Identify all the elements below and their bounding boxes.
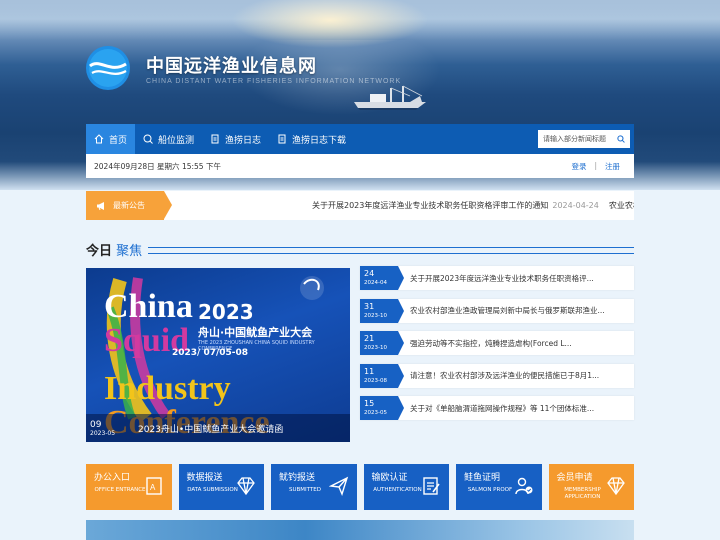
main-nav: 首页 船位监测 渔捞日志 渔捞日志下载	[86, 124, 634, 154]
nav-vessel-monitor[interactable]: 船位监测	[135, 124, 202, 154]
news-list: 24 2024-04 关于开展2023年度远洋渔业专业技术职务任职资格评... 3…	[360, 266, 634, 429]
quick-link-sublabel: SUBMITTED	[289, 487, 321, 493]
nav-vessel-monitor-label: 船位监测	[158, 135, 195, 146]
focus-divider	[148, 247, 634, 254]
quick-link-sublabel: DATA SUBMISSION	[187, 487, 238, 493]
notice-tag: 最新公告	[86, 191, 172, 220]
news-date: 15 2023-05	[360, 396, 404, 420]
poster-word-industry: Industry	[104, 370, 231, 407]
notice-scroller[interactable]: 关于开展2023年度远洋渔业专业技术职务任职资格评审工作的通知 2024-04-2…	[312, 200, 634, 211]
sky-clouds	[0, 0, 720, 40]
news-title[interactable]: 请注意！农业农村部涉及远洋渔业的便民措施已于8月1...	[410, 370, 599, 381]
news-title[interactable]: 农业农村部渔业渔政管理局刘新中局长与俄罗斯联邦渔业...	[410, 305, 605, 316]
diamond-icon	[237, 477, 255, 496]
news-day: 31	[364, 301, 375, 311]
list-item[interactable]: 31 2023-10 农业农村部渔业渔政管理局刘新中局长与俄罗斯联邦渔业...	[360, 298, 634, 323]
news-date: 11 2023-08	[360, 363, 404, 388]
notice-bar: 最新公告 关于开展2023年度远洋渔业专业技术职务任职资格评审工作的通知 2024…	[86, 191, 634, 220]
register-link[interactable]: 注册	[605, 161, 620, 172]
fishing-ship-image	[354, 85, 426, 110]
news-title[interactable]: 关于开展2023年度远洋渔业专业技术职务任职资格评...	[410, 273, 594, 284]
news-month: 2024-04	[364, 280, 387, 286]
membership-application-button[interactable]: 会员申请 MEMBERSHIP APPLICATION	[548, 464, 634, 510]
quick-link-sublabel: OFFICE ENTRANCE	[94, 487, 146, 493]
news-day: 15	[364, 399, 375, 408]
gem-icon	[607, 477, 625, 496]
list-item[interactable]: 15 2023-05 关于对《单船脑渭道拖网操作规程》等 11个团体标准...	[360, 396, 634, 420]
megaphone-icon	[97, 201, 104, 210]
auth-separator: |	[594, 160, 597, 170]
site-subtitle: CHINA DISTANT WATER FISHERIES INFORMATIO…	[146, 78, 402, 85]
monitor-icon	[143, 134, 153, 144]
document-icon	[211, 134, 219, 144]
focus-heading-a: 今日	[86, 244, 113, 259]
search-input[interactable]	[543, 135, 613, 143]
feature-caption[interactable]: 09 2023-05 2023舟山•中国鱿鱼产业大会邀请函	[86, 414, 350, 442]
auth-links: 登录 | 注册	[571, 161, 620, 172]
notice-label: 最新公告	[113, 201, 145, 210]
news-title[interactable]: 强迫劳动等不实指控，炖腾捏造虐构(Forced L...	[410, 338, 572, 349]
office-entrance-button[interactable]: 办公入口 OFFICE ENTRANCE A	[86, 464, 172, 510]
salmon-proof-button[interactable]: 鲑鱼证明 SALMON PROOF	[456, 464, 542, 510]
list-item[interactable]: 24 2024-04 关于开展2023年度远洋渔业专业技术职务任职资格评...	[360, 266, 634, 290]
date-bar: 2024年09月28日 星期六 15:55 下午 登录 | 注册	[86, 154, 634, 178]
nav-fishing-log-label: 渔捞日志	[225, 135, 262, 146]
current-datetime: 2024年09月28日 星期六 15:55 下午	[94, 161, 221, 171]
focus-heading: 今日 聚焦	[86, 240, 142, 259]
poster-cn-title: 舟山·中国鱿鱼产业大会	[198, 326, 313, 339]
notice-title[interactable]: 关于开展2023年度远洋渔业专业技术职务任职资格评审工作的通知	[312, 201, 548, 210]
nav-home[interactable]: 首页	[86, 124, 136, 154]
login-link[interactable]: 登录	[571, 161, 586, 172]
home-icon	[94, 134, 104, 144]
news-month: 2023-08	[364, 377, 387, 384]
focus-heading-b: 聚焦	[116, 244, 143, 259]
site-title: 中国远洋渔业信息网	[146, 56, 317, 77]
news-day: 24	[364, 269, 375, 278]
notice-date: 2024-04-24	[552, 201, 599, 210]
list-item[interactable]: 11 2023-08 请注意！农业农村部涉及远洋渔业的便民措施已于8月1...	[360, 363, 634, 388]
certificate-icon	[423, 477, 440, 495]
news-date: 31 2023-10	[360, 298, 404, 323]
news-month: 2023-05	[364, 410, 387, 416]
poster-year: 2023	[198, 300, 254, 324]
site-logo[interactable]	[86, 46, 130, 90]
news-month: 2023-10	[364, 312, 387, 319]
quick-link-sublabel: SALMON PROOF	[467, 487, 513, 493]
feature-month: 2023-05	[90, 429, 116, 437]
news-month: 2023-10	[364, 345, 387, 351]
feature-day: 09	[90, 419, 102, 430]
search-box	[538, 130, 630, 148]
svg-text:A: A	[150, 483, 156, 492]
download-doc-icon	[278, 134, 286, 144]
quick-links: 办公入口 OFFICE ENTRANCE A 数据报送 DATA SUBMISS…	[86, 464, 634, 510]
news-day: 21	[364, 334, 375, 343]
eu-authentication-button[interactable]: 输欧认证 AUTHENTICATION	[363, 464, 449, 510]
office-icon: A	[145, 477, 162, 495]
squid-submission-button[interactable]: 鱿钓报送 SUBMITTED	[271, 464, 357, 510]
poster-date: 2023/ 07/05-08	[172, 348, 249, 358]
quick-link-sublabel: AUTHENTICATION	[373, 487, 422, 493]
news-day: 11	[364, 366, 375, 376]
list-item[interactable]: 21 2023-10 强迫劳动等不实指控，炖腾捏造虐构(Forced L...	[360, 331, 634, 355]
nav-fishing-log-download[interactable]: 渔捞日志下载	[269, 124, 354, 154]
nav-fishing-log-download-label: 渔捞日志下载	[292, 135, 347, 146]
user-check-icon	[514, 477, 532, 495]
nav-fishing-log[interactable]: 渔捞日志	[202, 124, 269, 154]
notice-next[interactable]: 农业农村	[609, 201, 634, 210]
paper-plane-icon	[328, 476, 348, 496]
feature-date: 09 2023-05	[86, 420, 134, 437]
feature-image[interactable]: China Squid Industry Conference 2023 舟山·…	[86, 268, 350, 442]
feature-title[interactable]: 2023舟山•中国鱿鱼产业大会邀请函	[138, 422, 283, 435]
search-icon[interactable]	[617, 135, 625, 143]
data-submission-button[interactable]: 数据报送 DATA SUBMISSION	[178, 464, 264, 510]
news-date: 21 2023-10	[360, 331, 404, 355]
quick-link-sublabel: MEMBERSHIP APPLICATION	[564, 487, 601, 500]
bottom-banner[interactable]	[86, 520, 634, 540]
news-title[interactable]: 关于对《单船脑渭道拖网操作规程》等 11个团体标准...	[410, 403, 594, 414]
news-date: 24 2024-04	[360, 266, 404, 290]
nav-home-label: 首页	[109, 135, 128, 146]
